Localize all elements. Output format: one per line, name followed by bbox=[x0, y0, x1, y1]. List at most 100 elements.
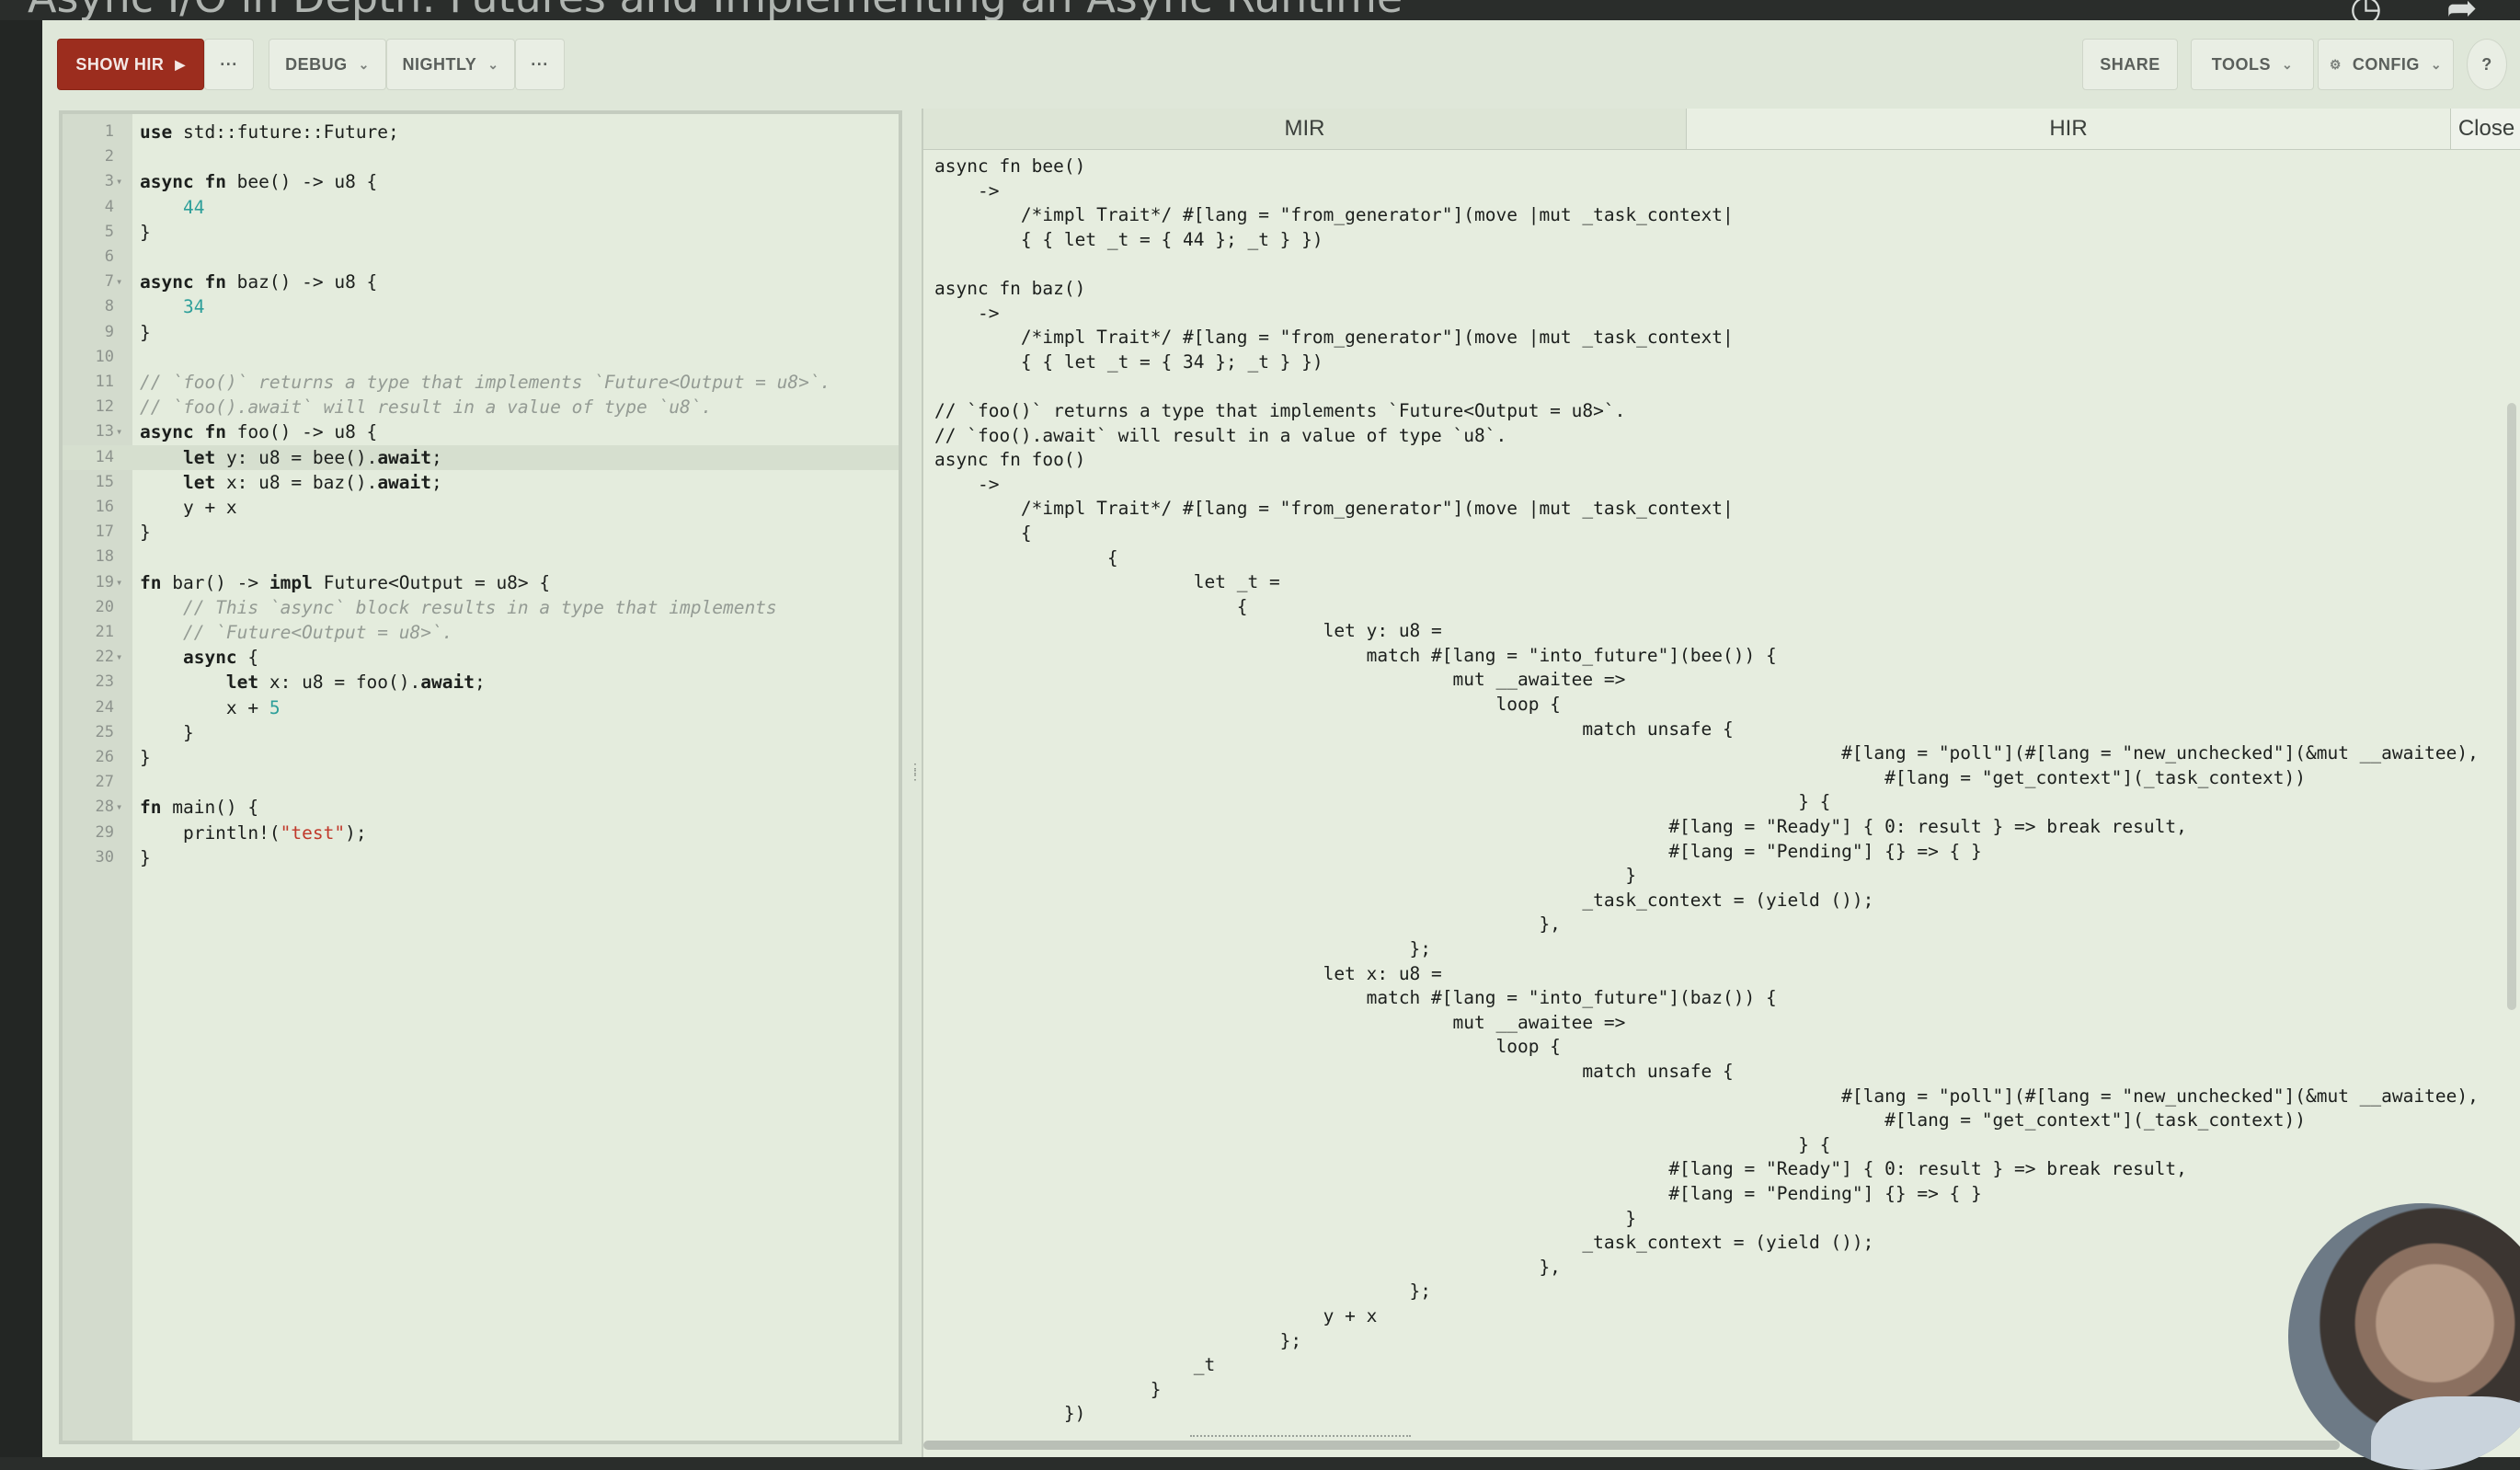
line-number: 19 bbox=[95, 572, 114, 591]
vertical-scrollbar[interactable] bbox=[2507, 403, 2516, 1010]
fold-toggle-icon[interactable]: ▾ bbox=[116, 419, 122, 444]
chevron-down-icon: ⌄ bbox=[487, 56, 499, 72]
code-text: fn main() { bbox=[140, 797, 259, 819]
mode-label: DEBUG bbox=[285, 54, 348, 74]
code-text: } bbox=[140, 846, 151, 868]
line-number: 25 bbox=[95, 722, 114, 741]
line-number: 20 bbox=[95, 597, 114, 616]
editor-line[interactable]: 10 bbox=[63, 345, 899, 370]
editor-line[interactable]: 21 // `Future<Output = u8>`. bbox=[63, 620, 899, 645]
code-text: async fn bee() -> u8 { bbox=[140, 171, 378, 193]
editor-line[interactable]: 25 } bbox=[63, 720, 899, 745]
horizontal-scrollbar[interactable] bbox=[923, 1441, 2340, 1450]
fold-toggle-icon[interactable]: ▾ bbox=[116, 795, 122, 820]
close-output-button[interactable]: Close bbox=[2450, 109, 2520, 149]
share-button[interactable]: SHARE bbox=[2082, 39, 2178, 90]
code-text: let x: u8 = baz().await; bbox=[182, 471, 442, 493]
fold-toggle-icon[interactable]: ▾ bbox=[116, 169, 122, 194]
code-text: fn bar() -> impl Future<Output = u8> { bbox=[140, 571, 551, 593]
code-text: async fn foo() -> u8 { bbox=[140, 421, 378, 443]
editor-line[interactable]: 18 bbox=[63, 545, 899, 569]
hir-output: async fn bee() -> /*impl Trait*/ #[lang … bbox=[934, 155, 2479, 1425]
editor-line[interactable]: 15 let x: u8 = baz().await; bbox=[63, 470, 899, 495]
editor-line[interactable]: 13 ▾ async fn foo() -> u8 { bbox=[63, 419, 899, 444]
editor-line[interactable]: 22 ▾ async { bbox=[63, 645, 899, 670]
editor-line[interactable]: 6 bbox=[63, 245, 899, 270]
tools-dropdown[interactable]: TOOLS ⌄ bbox=[2191, 39, 2314, 90]
code-text: println!("test"); bbox=[140, 821, 367, 844]
tools-label: TOOLS bbox=[2211, 54, 2271, 74]
fold-toggle-icon[interactable]: ▾ bbox=[116, 270, 122, 294]
code-editor[interactable]: 1 use std::future::Future; 2 3 ▾ async fn bee… bbox=[59, 110, 902, 1444]
config-dropdown[interactable]: ⚙ CONFIG ⌄ bbox=[2318, 39, 2454, 90]
line-number: 26 bbox=[95, 748, 114, 766]
help-button[interactable]: ? bbox=[2467, 39, 2507, 90]
line-number: 15 bbox=[95, 472, 114, 491]
gear-icon: ⚙ bbox=[2329, 56, 2342, 72]
editor-line[interactable]: 11 // `foo()` returns a type that impleme… bbox=[63, 370, 899, 395]
editor-line[interactable]: 16 y + x bbox=[63, 495, 899, 520]
output-tabs: MIR HIR Close bbox=[923, 109, 2520, 150]
code-text: let y: u8 = bee().await; bbox=[182, 446, 442, 468]
line-number: 6 bbox=[104, 247, 114, 266]
editor-line[interactable]: 7 ▾ async fn baz() -> u8 { bbox=[63, 270, 899, 294]
watch-later-icon[interactable]: ◷ bbox=[2350, 0, 2403, 29]
editor-line[interactable]: 29 println!("test"); bbox=[63, 821, 899, 845]
editor-line[interactable]: 20 // This `async` block results in a ty… bbox=[63, 595, 899, 620]
tab-mir[interactable]: MIR bbox=[923, 109, 1687, 149]
editor-line[interactable]: 12 // `foo().await` will result in a valu… bbox=[63, 395, 899, 419]
share-label: SHARE bbox=[2100, 54, 2160, 74]
editor-line[interactable]: 5} bbox=[63, 220, 899, 245]
editor-line[interactable]: 8 34 bbox=[63, 294, 899, 319]
fold-toggle-icon[interactable]: ▾ bbox=[116, 570, 122, 595]
video-title: Async I/O in Depth: Futures and Implemen… bbox=[28, 0, 1403, 22]
code-text: } bbox=[140, 747, 151, 768]
line-number: 8 bbox=[104, 297, 114, 316]
tab-hir[interactable]: HIR bbox=[1687, 109, 2450, 149]
editor-line[interactable]: 17} bbox=[63, 520, 899, 545]
channel-dropdown[interactable]: NIGHTLY ⌄ bbox=[386, 39, 515, 90]
editor-line[interactable]: 14 let y: u8 = bee().await; bbox=[63, 444, 899, 470]
line-number: 9 bbox=[104, 322, 114, 341]
line-number: 1 bbox=[104, 122, 114, 141]
editor-line[interactable]: 2 bbox=[63, 144, 899, 169]
editor-line[interactable]: 3 ▾ async fn bee() -> u8 { bbox=[63, 169, 899, 194]
editor-line[interactable]: 1 use std::future::Future; bbox=[63, 120, 899, 144]
editor-line[interactable]: 30} bbox=[63, 845, 899, 870]
more-options-button[interactable]: ··· bbox=[204, 39, 254, 90]
editor-line[interactable]: 24 x + 5 bbox=[63, 695, 899, 720]
code-text: 44 bbox=[182, 196, 205, 218]
line-number: 13 bbox=[95, 422, 114, 442]
show-hir-button[interactable]: SHOW HIR ▶ bbox=[57, 39, 204, 90]
fold-toggle-icon[interactable]: ▾ bbox=[116, 645, 122, 670]
editor-line[interactable]: 27 bbox=[63, 770, 899, 795]
editor-line[interactable]: 23 let x: u8 = foo().await; bbox=[63, 670, 899, 695]
editor-line[interactable]: 28 ▾ fn main() { bbox=[63, 795, 899, 820]
advanced-options-button[interactable]: ··· bbox=[515, 39, 565, 90]
editor-line[interactable]: 19 ▾ fn bar() -> impl Future<Output = u8> … bbox=[63, 570, 899, 595]
line-number: 24 bbox=[95, 697, 114, 717]
mode-dropdown[interactable]: DEBUG ⌄ bbox=[269, 39, 386, 90]
line-number: 22 bbox=[95, 648, 114, 667]
line-number: 21 bbox=[95, 623, 114, 641]
show-hir-label: SHOW HIR bbox=[75, 54, 165, 74]
rust-playground: SHOW HIR ▶ ··· DEBUG ⌄ NIGHTLY ⌄ ··· SHA… bbox=[42, 20, 2520, 1457]
code-text: let x: u8 = foo().await; bbox=[225, 672, 486, 694]
line-number: 30 bbox=[95, 847, 114, 867]
chevron-down-icon: ⌄ bbox=[358, 56, 370, 72]
code-text: x + 5 bbox=[140, 696, 281, 718]
editor-line[interactable]: 4 44 bbox=[63, 195, 899, 220]
code-text: // `Future<Output = u8>`. bbox=[140, 622, 453, 643]
editor-line[interactable]: 9} bbox=[63, 320, 899, 345]
advanced-options-label: ··· bbox=[531, 54, 549, 74]
line-number: 18 bbox=[95, 547, 114, 567]
line-number: 2 bbox=[104, 147, 114, 167]
code-text: // This `async` block results in a type … bbox=[140, 596, 777, 618]
line-number: 14 bbox=[95, 447, 114, 466]
play-icon: ▶ bbox=[175, 56, 186, 72]
video-frame-left-edge bbox=[0, 20, 42, 1457]
code-text: y + x bbox=[140, 497, 237, 518]
editor-line[interactable]: 26} bbox=[63, 745, 899, 770]
resize-handle[interactable]: ⋮ ⋮ bbox=[909, 762, 922, 789]
share-arrow-icon[interactable]: ➦ bbox=[2446, 0, 2500, 29]
